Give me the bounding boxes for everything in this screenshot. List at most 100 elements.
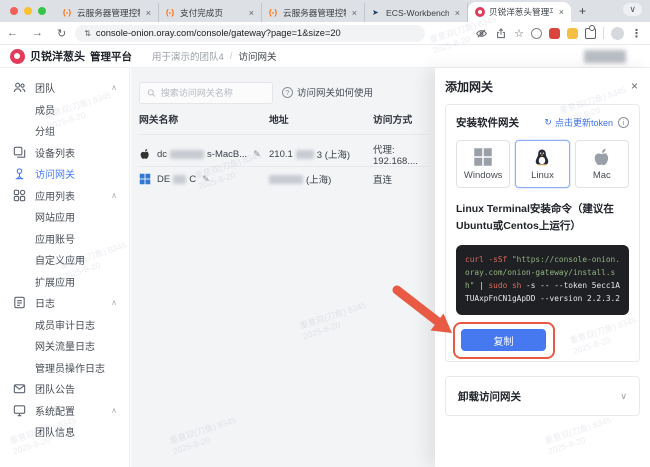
extension-mail-icon[interactable]	[567, 27, 578, 39]
settings-icon	[12, 403, 27, 418]
sidebar-item-app-list[interactable]: 应用列表 ∧	[0, 185, 129, 207]
close-icon[interactable]: ×	[629, 79, 640, 93]
install-command-code: curl -sSf "https://console-onion.oray.co…	[456, 245, 629, 315]
os-option-windows[interactable]: Windows	[456, 140, 511, 188]
redacted-name	[173, 174, 187, 184]
eye-off-icon[interactable]	[475, 27, 488, 40]
logs-icon	[12, 295, 27, 310]
sidebar-item-logs[interactable]: 日志 ∧	[0, 292, 129, 314]
breadcrumb-separator: /	[229, 50, 233, 62]
copy-button[interactable]: 复制	[461, 329, 546, 351]
os-option-mac[interactable]: Mac	[574, 140, 629, 188]
redacted-address	[295, 149, 314, 159]
edit-pencil-icon[interactable]: ✎	[202, 174, 210, 185]
sidebar-item-label: 成员审计日志	[35, 320, 95, 332]
sidebar-item-groups[interactable]: 分组	[0, 120, 129, 142]
search-box[interactable]	[139, 82, 273, 104]
brand-suffix: 管理平台	[90, 50, 132, 63]
access-mode-cell: 代理: 192.168....	[373, 144, 418, 167]
sidebar-item-label: 分组	[35, 127, 55, 139]
sidebar-item-admin-operation-logs[interactable]: 管理员操作日志	[0, 357, 129, 379]
breadcrumb-page[interactable]: 访问网关	[238, 49, 276, 63]
extensions-puzzle-icon[interactable]	[585, 24, 596, 39]
uninstall-section-title: 卸载访问网关	[458, 390, 521, 403]
gateway-help-link[interactable]: ? 访问网关如何使用	[282, 85, 373, 99]
table-row[interactable]: dc s-MacB... ✎ 210.1 3 (上海) 代理: 192.168.…	[131, 142, 435, 167]
tab-payment-done[interactable]: (-) 支付完成页 ×	[159, 3, 262, 22]
sidebar-item-device-list[interactable]: 设备列表	[0, 142, 129, 164]
window-controls	[0, 7, 56, 22]
back-button[interactable]: ←	[0, 27, 25, 39]
windows-icon	[139, 173, 151, 185]
new-tab-button[interactable]: +	[571, 4, 594, 22]
sidebar-item-custom-apps[interactable]: 自定义应用	[0, 249, 129, 271]
sidebar-item-team-info[interactable]: 团队信息	[0, 421, 129, 443]
table-row[interactable]: DE C ✎ (上海) 直连	[131, 167, 435, 191]
close-icon[interactable]: ×	[247, 8, 256, 18]
reload-button[interactable]: ↻	[50, 27, 73, 40]
info-circle-icon[interactable]: i	[618, 117, 629, 128]
sidebar-item-label: 自定义应用	[35, 256, 85, 268]
address-fragment: 210.1	[269, 148, 293, 160]
extension-password-icon[interactable]	[549, 27, 560, 39]
tab-ecs-workbench[interactable]: ➤ ECS-Workbench ×	[365, 3, 468, 22]
sidebar-item-label: 网站应用	[35, 213, 75, 225]
sidebar-item-label: 应用列表	[35, 191, 75, 203]
gateway-name-cell: dc s-MacB... ✎	[139, 148, 269, 160]
close-window-button[interactable]	[10, 7, 18, 15]
breadcrumb-team[interactable]: 用于演示的团队4	[152, 49, 224, 63]
sidebar-item-system-config[interactable]: 系统配置 ∧	[0, 400, 129, 422]
tab-title: 云服务器管理控制台	[283, 7, 346, 18]
tab-title: 云服务器管理控制台	[77, 7, 140, 18]
sidebar-item-members[interactable]: 成员	[0, 99, 129, 121]
os-option-label: Mac	[592, 170, 611, 181]
minimize-window-button[interactable]	[24, 7, 32, 15]
code-sudo: sudo sh	[488, 281, 522, 290]
gateway-address-cell: (上海)	[269, 172, 373, 186]
os-option-linux[interactable]: Linux	[515, 140, 570, 188]
tab-title: 贝锐洋葱头管理平台	[489, 7, 553, 17]
col-header-address: 地址	[269, 115, 289, 126]
browser-profile-avatar[interactable]	[611, 26, 624, 40]
sidebar-item-team-announcement[interactable]: 团队公告	[0, 378, 129, 400]
sidebar-item-gateway-traffic-logs[interactable]: 网关流量日志	[0, 335, 129, 357]
tab-search-chevron-icon[interactable]: ∨	[623, 3, 642, 16]
gateway-icon	[12, 166, 27, 181]
bookmark-star-icon[interactable]: ☆	[514, 27, 524, 40]
refresh-token-link[interactable]: ↻ 点击更新token	[544, 116, 613, 129]
sidebar-item-extension-apps[interactable]: 扩展应用	[0, 271, 129, 293]
uninstall-gateway-section[interactable]: 卸载访问网关 ∨	[445, 376, 640, 416]
address-fragment: (上海)	[306, 175, 332, 186]
sidebar-item-app-accounts[interactable]: 应用账号	[0, 228, 129, 250]
code-command: curl -sSf	[465, 255, 512, 264]
help-link-label: 访问网关如何使用	[297, 88, 374, 99]
sidebar-item-team[interactable]: 团队 ∧	[0, 77, 129, 99]
search-input[interactable]	[160, 88, 265, 98]
redacted-address	[269, 174, 303, 184]
site-settings-icon[interactable]: ⇅	[84, 29, 91, 38]
sidebar-item-website-apps[interactable]: 网站应用	[0, 206, 129, 228]
extension-globe-icon[interactable]	[531, 27, 542, 39]
aliyun-icon: (-)	[166, 7, 174, 17]
tab-cloud-console-1[interactable]: (-) 云服务器管理控制台 ×	[56, 3, 159, 22]
tab-bar: (-) 云服务器管理控制台 × (-) 支付完成页 × (-) 云服务器管理控制…	[0, 0, 650, 22]
sidebar-nav: 团队 ∧ 成员 分组 设备列表 访问网关 应用列表 ∧ 网站应用 应用账号 自定…	[0, 68, 130, 467]
close-icon[interactable]: ×	[144, 8, 153, 18]
close-icon[interactable]: ×	[350, 8, 359, 18]
edit-pencil-icon[interactable]: ✎	[253, 149, 261, 160]
gateway-name-fragment: s-MacB...	[207, 148, 248, 160]
address-bar[interactable]: ⇅ console-onion.oray.com/console/gateway…	[75, 24, 426, 42]
sidebar-item-label: 设备列表	[35, 148, 75, 160]
sidebar-item-member-audit-logs[interactable]: 成员审计日志	[0, 314, 129, 336]
share-icon[interactable]	[495, 27, 507, 40]
close-icon[interactable]: ×	[453, 8, 462, 18]
forward-button[interactable]: →	[25, 27, 50, 39]
tab-cloud-console-2[interactable]: (-) 云服务器管理控制台 ×	[262, 3, 365, 22]
sidebar-item-access-gateway[interactable]: 访问网关	[0, 163, 129, 185]
url-text[interactable]: console-onion.oray.com/console/gateway?p…	[96, 28, 341, 38]
col-header-access: 访问方式	[373, 115, 413, 126]
tab-onion-console-active[interactable]: 贝锐洋葱头管理平台 ×	[468, 2, 571, 22]
browser-menu-icon[interactable]: ⋮	[631, 27, 642, 40]
close-icon[interactable]: ×	[557, 7, 566, 17]
zoom-window-button[interactable]	[38, 7, 46, 15]
